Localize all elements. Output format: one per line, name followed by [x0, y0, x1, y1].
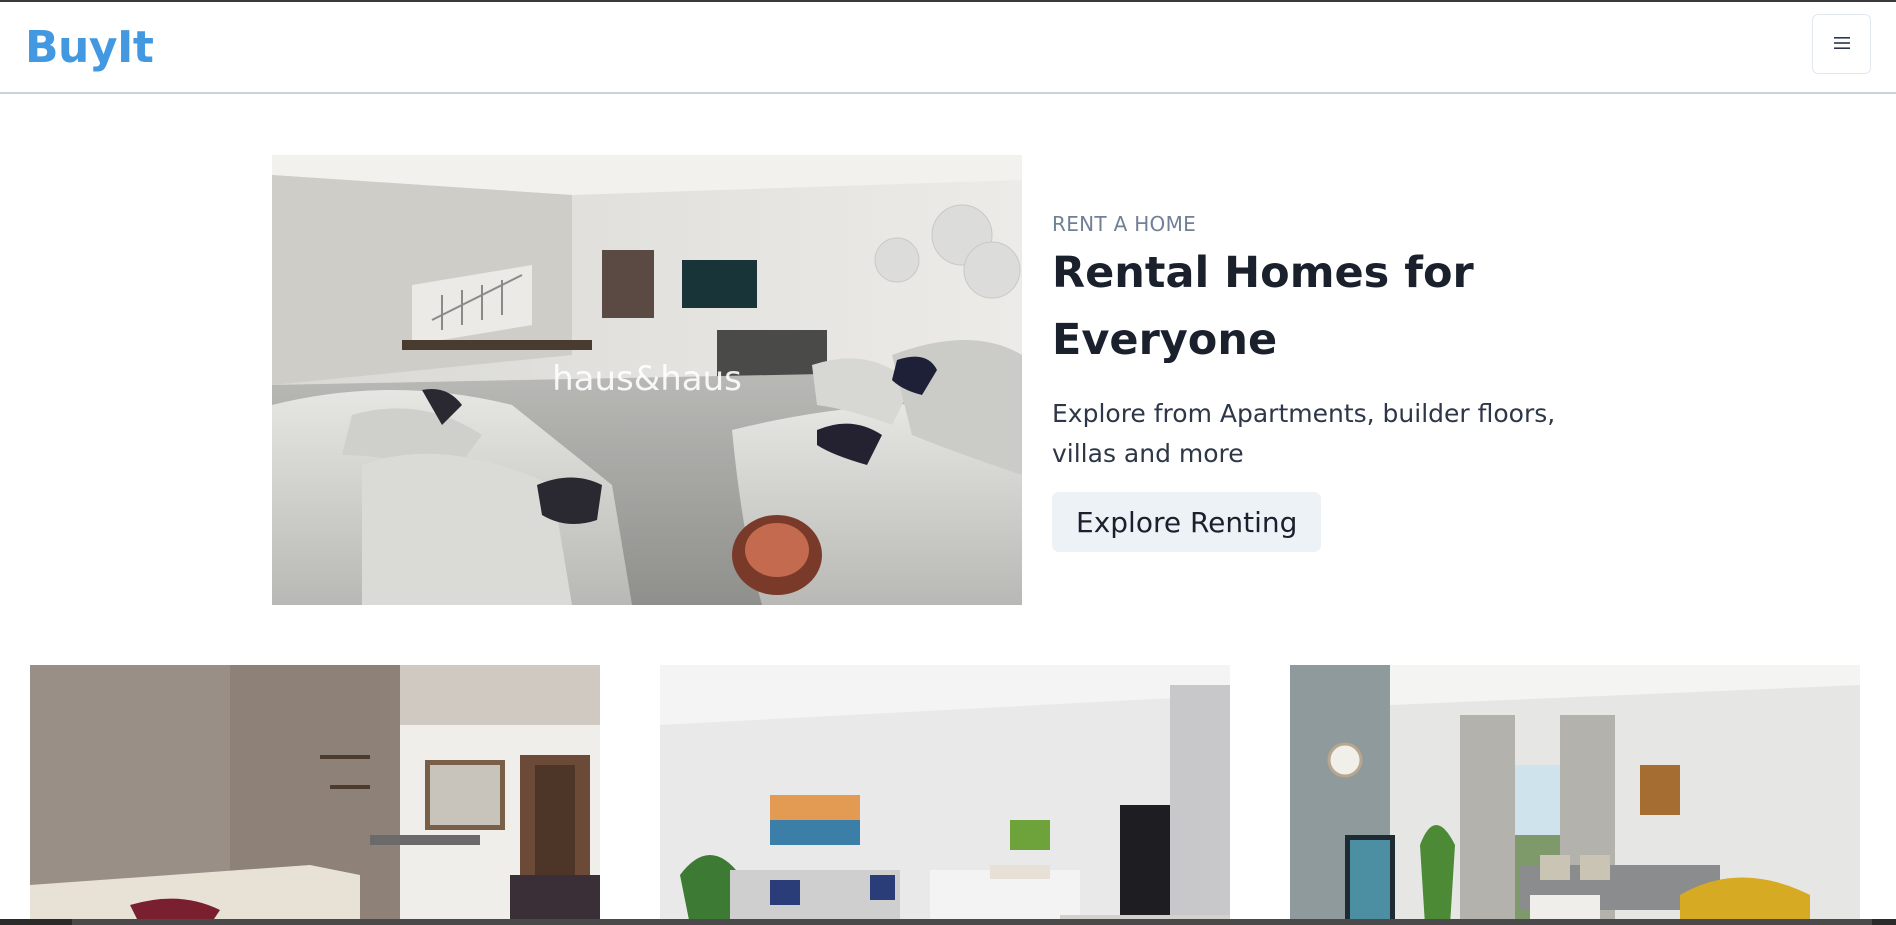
scrollbar-thumb[interactable] [72, 919, 1872, 925]
site-header: BuyIt [0, 2, 1896, 94]
listing-card[interactable] [660, 665, 1230, 925]
hero-image: haus&haus [272, 155, 1022, 605]
horizontal-scrollbar[interactable] [0, 919, 1896, 925]
hero-watermark: haus&haus [552, 359, 742, 399]
hero-description: Explore from Apartments, builder floors,… [1052, 399, 1556, 468]
hero-eyebrow: RENT A HOME [1052, 212, 1197, 236]
listing-card[interactable] [1290, 665, 1860, 925]
brand-logo[interactable]: BuyIt [25, 22, 154, 73]
menu-toggle-button[interactable] [1812, 14, 1871, 74]
listing-grid [0, 665, 1896, 925]
hamburger-menu-icon [1832, 34, 1852, 55]
hero-title: Rental Homes for Everyone [1052, 248, 1474, 365]
explore-renting-button[interactable]: Explore Renting [1052, 492, 1322, 552]
listing-card[interactable] [30, 665, 600, 925]
